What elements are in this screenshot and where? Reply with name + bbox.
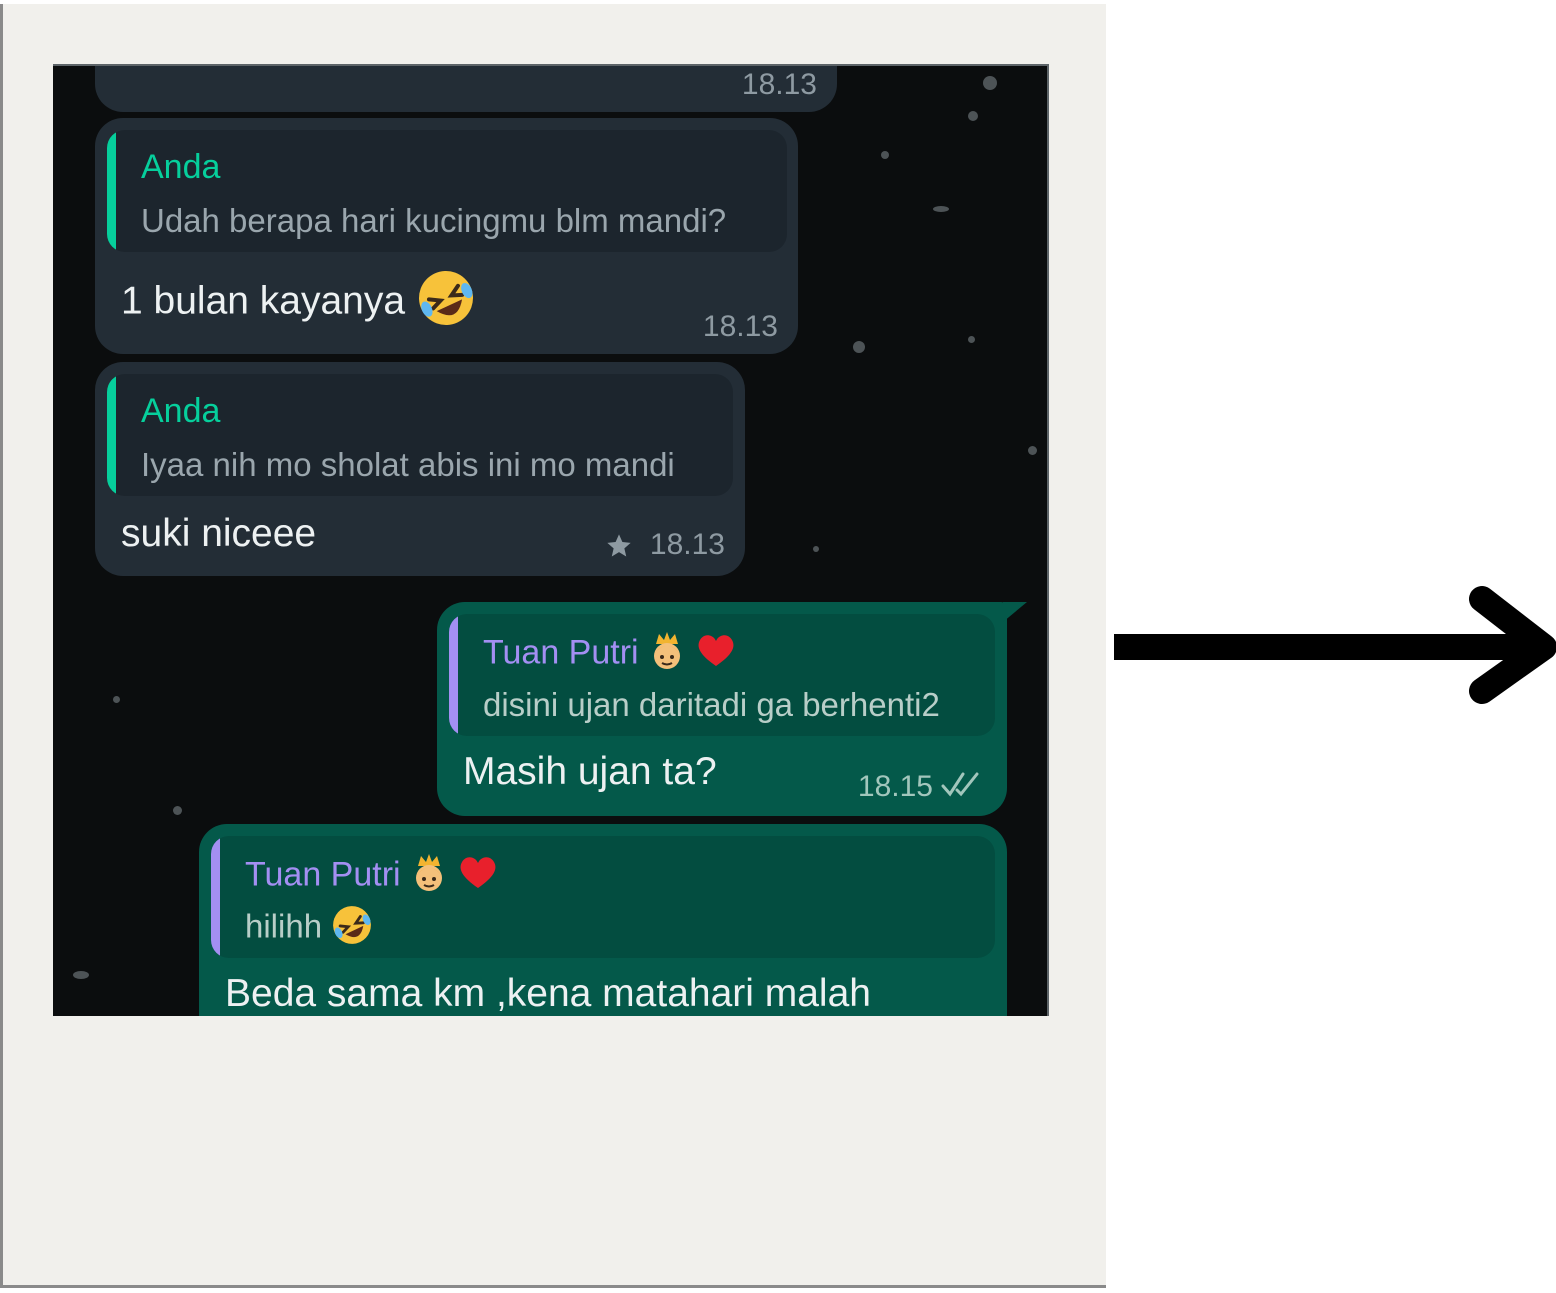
wallpaper-speck xyxy=(813,546,819,552)
message-bubble-incoming[interactable]: Anda Udah berapa hari kucingmu blm mandi… xyxy=(95,118,798,354)
right-arrow-icon xyxy=(1110,585,1556,710)
image-frame: 18.13 Anda Udah berapa hari kucingmu blm… xyxy=(0,4,1106,1288)
quote-author: Tuan Putri xyxy=(245,855,401,894)
quote-accent-bar xyxy=(449,614,458,736)
double-check-icon xyxy=(941,770,985,805)
quote-accent-bar xyxy=(211,836,220,958)
quote-text: hilihh xyxy=(245,907,323,945)
wallpaper-speck xyxy=(968,336,975,343)
message-bubble-incoming[interactable]: 18.13 xyxy=(95,66,837,112)
red-heart-icon xyxy=(696,631,736,678)
quote-text: Udah berapa hari kucingmu blm mandi? xyxy=(141,202,727,239)
wallpaper-speck xyxy=(73,971,89,979)
quote-accent-bar xyxy=(107,374,116,496)
quoted-message[interactable]: Anda Iyaa nih mo sholat abis ini mo mand… xyxy=(107,374,733,496)
star-icon xyxy=(605,532,633,565)
message-bubble-incoming[interactable]: Anda Iyaa nih mo sholat abis ini mo mand… xyxy=(95,362,745,576)
quoted-message[interactable]: Tuan Putri xyxy=(449,614,995,736)
message-time: 18.13 xyxy=(702,310,778,343)
message-text: Beda sama km ,kena matahari malah xyxy=(225,972,871,1015)
wallpaper-speck xyxy=(933,206,949,212)
princess-icon xyxy=(648,630,686,679)
quoted-message[interactable]: Tuan Putri xyxy=(211,836,995,958)
message-text: suki niceee xyxy=(121,512,317,555)
laughing-face-icon xyxy=(331,904,373,954)
quoted-message[interactable]: Anda Udah berapa hari kucingmu blm mandi… xyxy=(107,130,787,252)
bubble-tail xyxy=(1003,602,1027,622)
wallpaper-speck xyxy=(853,341,865,353)
wallpaper-speck xyxy=(881,151,889,159)
message-text: 1 bulan kayanya xyxy=(121,279,406,323)
quote-author-row: Tuan Putri xyxy=(483,630,736,679)
princess-icon xyxy=(410,852,448,901)
wallpaper-speck xyxy=(983,76,997,90)
quote-text-row: hilihh xyxy=(245,904,373,954)
message-text: Masih ujan ta? xyxy=(463,750,717,793)
red-heart-icon xyxy=(458,853,498,900)
laughing-face-icon xyxy=(416,268,476,338)
message-text-row: 1 bulan kayanya xyxy=(121,268,476,338)
quote-author: Anda xyxy=(141,148,221,186)
chat-screenshot: 18.13 Anda Udah berapa hari kucingmu blm… xyxy=(53,64,1049,1016)
quote-text: Iyaa nih mo sholat abis ini mo mandi xyxy=(141,446,675,483)
message-time: 18.13 xyxy=(649,528,725,561)
quote-accent-bar xyxy=(107,130,116,252)
wallpaper-speck xyxy=(113,696,120,703)
wallpaper-speck xyxy=(173,806,182,815)
message-time: 18.13 xyxy=(741,68,817,101)
quote-author-row: Tuan Putri xyxy=(245,852,498,901)
wallpaper-speck xyxy=(968,111,978,121)
message-bubble-outgoing[interactable]: Tuan Putri xyxy=(199,824,1007,1016)
quote-text: disini ujan daritadi ga berhenti2 xyxy=(483,686,940,723)
wallpaper-speck xyxy=(1028,446,1037,455)
message-bubble-outgoing[interactable]: Tuan Putri xyxy=(437,602,1027,816)
quote-author: Tuan Putri xyxy=(483,633,639,672)
message-time: 18.15 xyxy=(857,770,933,803)
quote-author: Anda xyxy=(141,392,221,430)
